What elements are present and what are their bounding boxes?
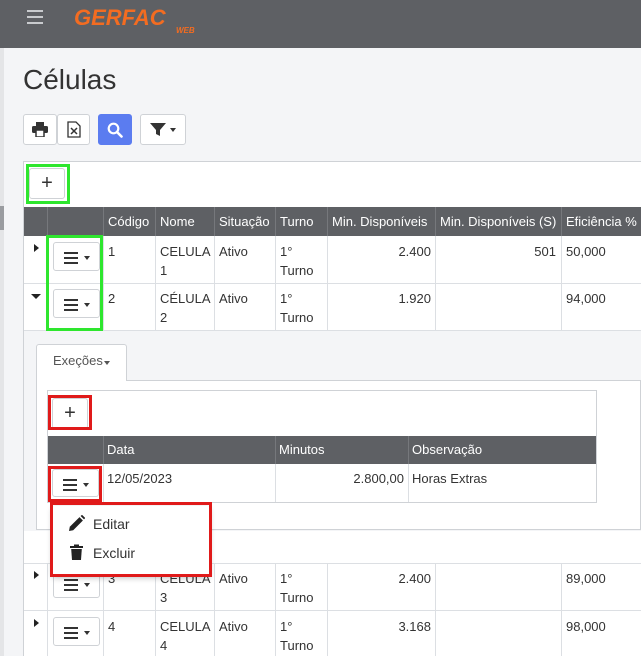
col-divider [47, 563, 48, 656]
col-divider [214, 236, 215, 331]
page-title: Células [23, 64, 117, 95]
row-1-situacao: Ativo [219, 244, 248, 259]
excel-icon [66, 121, 81, 138]
export-excel-button[interactable] [57, 114, 90, 145]
row-2-eficiencia: 94,000 [566, 291, 606, 306]
highlight-row-actions [46, 235, 103, 331]
row-2-turno-l2: Turno [280, 310, 314, 325]
row-3-turno-l2: Turno [280, 590, 314, 605]
row-4-situacao: Ativo [219, 619, 248, 634]
row-3-situacao: Ativo [219, 571, 248, 586]
exception-row-data: 12/05/2023 [107, 471, 173, 486]
sidebar-strip [0, 48, 4, 656]
col-divider [103, 464, 104, 502]
col-divider [275, 464, 276, 502]
col-divider [435, 563, 436, 656]
row-2-min-disponiveis: 1.920 [398, 291, 431, 306]
menu-icon [64, 627, 78, 642]
exception-row-observacao: Horas Extras [412, 471, 488, 486]
row-1-codigo: 1 [108, 244, 116, 259]
exception-row-minutos: 2.800,00 [353, 471, 404, 486]
hamburger-menu-icon[interactable] [27, 10, 43, 24]
row-divider [24, 610, 641, 611]
col-header-data[interactable]: Data [107, 436, 134, 464]
expand-row-1-icon[interactable] [34, 244, 39, 252]
menu-icon [64, 579, 78, 594]
col-divider [103, 236, 104, 331]
row-2-situacao: Ativo [219, 291, 248, 306]
row-4-eficiencia: 98,000 [566, 619, 606, 634]
highlight-add-button [26, 164, 70, 204]
row-4-codigo: 4 [108, 619, 116, 634]
row-2-nome-l1: CÉLULA [160, 291, 211, 306]
col-header-observacao[interactable]: Observação [412, 436, 482, 464]
row-3-nome-l2: 3 [160, 590, 168, 605]
row-1-min-disponiveis-s: 501 [534, 244, 556, 259]
search-icon [107, 122, 123, 138]
row-1-eficiencia: 50,000 [566, 244, 606, 259]
col-header-eficiencia[interactable]: Eficiência % [562, 207, 637, 236]
top-bar: GERFAC WEB [0, 0, 641, 48]
col-divider [275, 563, 276, 656]
col-header-situacao[interactable]: Situação [215, 207, 270, 236]
tab-excecoes-label: Exeções [53, 353, 103, 368]
row-3-turno-l1: 1° [280, 571, 293, 586]
col-header-turno[interactable]: Turno [276, 207, 313, 236]
print-button[interactable] [23, 114, 57, 145]
row-4-actions-button[interactable] [53, 617, 100, 646]
header-separator [408, 436, 409, 464]
highlight-exception-actions [48, 466, 102, 502]
row-1-min-disponiveis: 2.400 [398, 244, 431, 259]
search-button[interactable] [98, 114, 132, 145]
filter-icon [150, 122, 176, 136]
col-divider [214, 563, 215, 656]
caret-down-icon [84, 631, 90, 635]
header-separator [103, 436, 104, 464]
col-divider [327, 236, 328, 331]
caret-down-icon [104, 361, 110, 365]
col-divider [561, 236, 562, 331]
col-divider [155, 236, 156, 331]
highlight-add-exception [48, 395, 92, 430]
row-1-turno-l1: 1° [280, 244, 293, 259]
col-header-min-disponiveis[interactable]: Min. Disponíveis [328, 207, 427, 236]
row-3-eficiencia: 89,000 [566, 571, 606, 586]
row-1-turno-l2: Turno [280, 263, 314, 278]
col-divider [561, 563, 562, 656]
col-divider [327, 563, 328, 656]
row-1-nome-l1: CELULA [160, 244, 211, 259]
caret-down-icon [84, 583, 90, 587]
sidebar-active-marker [0, 206, 4, 230]
col-divider [408, 464, 409, 502]
row-2-nome-l2: 2 [160, 310, 168, 325]
row-4-nome-l1: CELULA [160, 619, 211, 634]
highlight-dropdown-menu [50, 502, 212, 577]
app-logo[interactable]: GERFAC [74, 6, 166, 30]
filter-dropdown-button[interactable] [140, 114, 186, 145]
collapse-row-2-icon[interactable] [31, 294, 41, 299]
row-3-min-disponiveis: 2.400 [398, 571, 431, 586]
row-1-nome-l2: 1 [160, 263, 168, 278]
row-4-turno-l2: Turno [280, 638, 314, 653]
row-4-turno-l1: 1° [280, 619, 293, 634]
col-header-min-disponiveis-s[interactable]: Min. Disponíveis (S) [436, 207, 556, 236]
col-header-minutos[interactable]: Minutos [279, 436, 325, 464]
col-header-nome[interactable]: Nome [156, 207, 195, 236]
row-2-turno-l1: 1° [280, 291, 293, 306]
col-header-codigo[interactable]: Código [104, 207, 149, 236]
row-divider [24, 283, 641, 284]
col-divider [275, 236, 276, 331]
row-2-codigo: 2 [108, 291, 116, 306]
header-separator [275, 436, 276, 464]
printer-icon [32, 122, 48, 137]
app-logo-sub: WEB [176, 26, 195, 35]
col-divider [435, 236, 436, 331]
expand-row-3-icon[interactable] [34, 571, 39, 579]
row-4-min-disponiveis: 3.168 [398, 619, 431, 634]
header-separator [47, 207, 48, 236]
expand-row-4-icon[interactable] [34, 619, 39, 627]
row-4-nome-l2: 4 [160, 638, 168, 653]
